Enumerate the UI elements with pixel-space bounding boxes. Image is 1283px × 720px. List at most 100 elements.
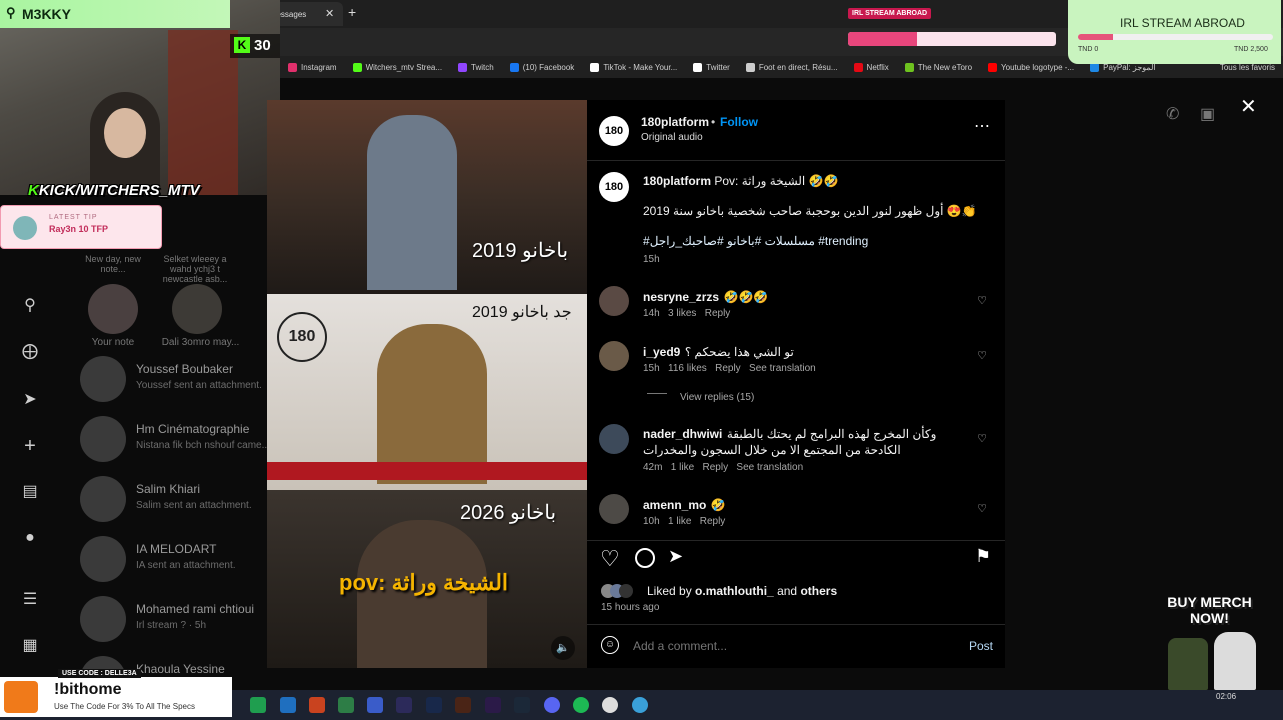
see-translation-button[interactable]: See translation xyxy=(749,363,816,374)
heart-icon[interactable]: ♡ xyxy=(977,349,987,362)
heart-icon[interactable]: ♡ xyxy=(977,432,987,445)
reply-button[interactable]: Reply xyxy=(700,516,726,527)
dm-thread[interactable]: Hm Cinématographie Nistana fik bch nshou… xyxy=(80,416,280,468)
avatar[interactable] xyxy=(599,341,629,371)
heart-icon[interactable]: ♡ xyxy=(977,502,987,515)
messages-icon[interactable]: ➤ xyxy=(20,390,40,410)
steam-icon[interactable] xyxy=(514,697,530,713)
share-icon[interactable]: ➤ xyxy=(668,546,683,567)
original-audio[interactable]: Original audio xyxy=(641,132,703,143)
author-username[interactable]: 180platform xyxy=(641,115,709,129)
messenger-icon[interactable] xyxy=(632,697,648,713)
video-caption-bottom: باخانو 2026 xyxy=(460,502,557,524)
bookmark-item[interactable]: Instagram xyxy=(280,62,345,72)
caption-hashtags[interactable]: #مسلسلات #باخانو #صاحبك_راجل #trending xyxy=(643,234,983,248)
bookmark-item[interactable]: Twitch xyxy=(450,62,502,72)
comment-username[interactable]: amenn_mo xyxy=(643,498,706,512)
comment-icon[interactable] xyxy=(635,548,655,568)
comment-username[interactable]: nader_dhwiwi xyxy=(643,427,722,441)
phone-icon[interactable]: ✆ xyxy=(1166,104,1179,124)
view-replies-button[interactable]: View replies (15) xyxy=(680,392,754,403)
bookmark-item[interactable]: The New eToro xyxy=(897,62,980,72)
comment-likes[interactable]: 1 like xyxy=(671,462,694,473)
webcam-feed xyxy=(0,0,280,195)
bookmark-item[interactable]: (10) Facebook xyxy=(502,62,583,72)
caption-avatar[interactable]: 180 xyxy=(599,172,629,202)
like-icon[interactable]: ♡ xyxy=(600,546,620,572)
bithome-logo-icon xyxy=(4,681,38,713)
liked-others[interactable]: others xyxy=(800,584,837,598)
reply-button[interactable]: Reply xyxy=(705,308,731,319)
close-modal-icon[interactable]: ✕ xyxy=(1240,94,1257,119)
reply-button[interactable]: Reply xyxy=(715,363,741,374)
chrome-icon[interactable] xyxy=(602,697,618,713)
bookmark-label: Foot en direct, Résu... xyxy=(758,62,838,72)
comment-likes[interactable]: 116 likes xyxy=(668,363,707,374)
comment-likes[interactable]: 3 likes xyxy=(668,308,696,319)
post-comment-button[interactable]: Post xyxy=(969,639,993,653)
outlook-icon[interactable] xyxy=(280,697,296,713)
explore-icon[interactable]: ⨁ xyxy=(20,342,40,362)
discord-icon[interactable] xyxy=(544,697,560,713)
project-icon[interactable] xyxy=(338,697,354,713)
illustrator-icon[interactable] xyxy=(455,697,471,713)
video-call-icon[interactable]: ▣ xyxy=(1200,104,1215,124)
dm-thread[interactable]: IA MELODART IA sent an attachment. xyxy=(80,536,280,588)
emoji-icon[interactable]: ☺ xyxy=(601,636,619,654)
see-translation-button[interactable]: See translation xyxy=(736,462,803,473)
comment-time: 42m xyxy=(643,462,663,473)
apps-icon[interactable]: ▦ xyxy=(20,636,40,656)
sub-goal-fill xyxy=(848,32,917,46)
dm-thread[interactable]: Mohamed rami chtioui Irl stream ? · 5h xyxy=(80,596,280,648)
avatar[interactable] xyxy=(599,424,629,454)
new-tab-button[interactable]: + xyxy=(348,4,356,20)
bookmark-item[interactable]: TikTok - Make Your... xyxy=(582,62,685,72)
bookmark-label: Witchers_mtv Strea... xyxy=(365,62,443,72)
dm-thread[interactable]: Youssef Boubaker Youssef sent an attachm… xyxy=(80,356,280,408)
excel-icon[interactable] xyxy=(250,697,266,713)
comment-username[interactable]: i_yed9 xyxy=(643,345,680,359)
goal-max: TND 2,500 xyxy=(1234,46,1268,53)
tab-close-icon[interactable]: ✕ xyxy=(325,7,334,20)
visio-icon[interactable] xyxy=(367,697,383,713)
reel-video[interactable]: باخانو 2019 180 جد باخانو 2019 باخانو 20… xyxy=(267,100,587,668)
mute-icon[interactable]: 🔈 xyxy=(551,636,575,660)
save-icon[interactable]: ⚑ xyxy=(975,546,991,567)
kick-handle-text: KICK/WITCHERS_MTV xyxy=(38,182,200,199)
dashboard-icon[interactable]: ▤ xyxy=(20,482,40,502)
heart-icon[interactable]: ♡ xyxy=(977,294,987,307)
avatar[interactable] xyxy=(599,494,629,524)
more-options-icon[interactable]: ⋯ xyxy=(974,116,990,136)
avatar xyxy=(619,584,633,598)
bookmark-item[interactable]: Netflix xyxy=(846,62,897,72)
after-effects-icon[interactable] xyxy=(396,697,412,713)
photoshop-icon[interactable] xyxy=(426,697,442,713)
create-icon[interactable]: + xyxy=(20,436,40,456)
comment-input[interactable] xyxy=(631,636,935,656)
follow-button[interactable]: Follow xyxy=(720,115,758,129)
person-figure xyxy=(377,324,487,484)
bookmark-item[interactable]: Witchers_mtv Strea... xyxy=(345,62,450,72)
avatar xyxy=(80,356,126,402)
profile-avatar-icon[interactable]: ● xyxy=(20,528,40,548)
dm-thread[interactable]: Salim Khiari Salim sent an attachment. xyxy=(80,476,280,528)
reply-button[interactable]: Reply xyxy=(703,462,729,473)
bookmark-item[interactable]: Foot en direct, Résu... xyxy=(738,62,846,72)
kick-handle: KKICK/WITCHERS_MTV xyxy=(28,182,200,199)
liked-user[interactable]: o.mathlouthi_ xyxy=(695,584,774,598)
search-icon[interactable]: ⚲ xyxy=(20,296,40,316)
bookmark-item[interactable]: Twitter xyxy=(685,62,738,72)
menu-icon[interactable]: ☰ xyxy=(20,590,40,610)
premiere-icon[interactable] xyxy=(485,697,501,713)
background-decor xyxy=(168,30,238,195)
comment-text: 🤣🤣🤣 xyxy=(723,290,769,304)
spotify-icon[interactable] xyxy=(573,697,589,713)
comment-time: 14h xyxy=(643,308,660,319)
bookmark-item[interactable]: Youtube logotype -... xyxy=(980,62,1082,72)
comment-username[interactable]: nesryne_zrzs xyxy=(643,290,719,304)
powerpoint-icon[interactable] xyxy=(309,697,325,713)
author-avatar[interactable]: 180 xyxy=(599,116,629,146)
avatar[interactable] xyxy=(599,286,629,316)
comment-likes[interactable]: 1 like xyxy=(668,516,691,527)
caption-username[interactable]: 180platform xyxy=(643,174,711,188)
